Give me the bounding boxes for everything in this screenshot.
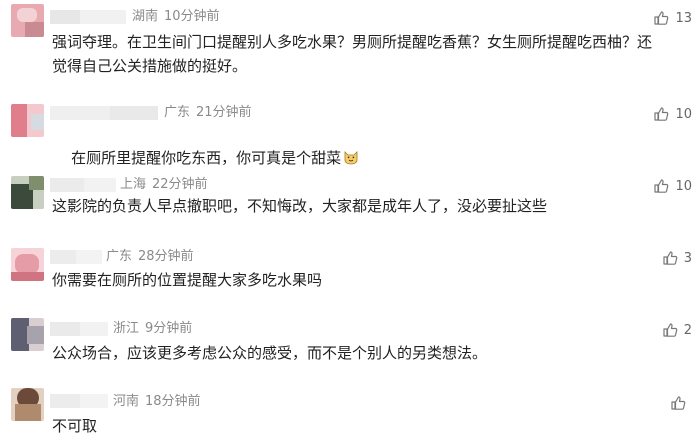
comment-meta: 浙江 9分钟前 [113,321,198,337]
like-count: 2 [683,322,692,338]
like-button[interactable]: 10 [653,105,692,123]
comment-text: 强词夺理。在卫生间门口提醒别人多吃水果？男厕所提醒吃香蕉？女生厕所提醒吃西柚？还… [52,33,653,75]
comment-time: 28分钟前 [138,249,194,264]
comment-time: 18分钟前 [145,394,201,409]
comment-text-content: 在厕所里提醒你吃东西，你可真是个甜菜 [71,149,342,167]
comment-meta: 广东 28分钟前 [106,249,200,265]
thumbs-up-icon [654,11,669,25]
like-button[interactable]: 2 [662,321,692,339]
comment-meta: 湖南 10分钟前 [132,9,226,25]
comment-time: 22分钟前 [152,177,208,192]
avatar[interactable] [11,4,44,37]
avatar[interactable] [11,104,44,137]
thumbs-up-icon [654,107,669,121]
comment-location: 上海 [120,177,147,192]
like-count: 10 [675,106,692,122]
comment-meta: 广东 21分钟前 [164,105,258,121]
like-count: 10 [675,178,692,194]
like-count: 3 [683,250,692,266]
comment-time: 9分钟前 [145,321,193,336]
comment-text: 你需要在厕所的位置提醒大家多吃水果吗 [52,271,323,289]
comment-location: 广东 [106,249,133,264]
like-button[interactable]: 3 [662,249,692,267]
thumbs-up-icon [663,251,678,265]
username-blurred[interactable] [50,250,102,264]
username-blurred[interactable] [50,394,108,408]
comment-location: 河南 [113,394,140,409]
comment-meta: 上海 22分钟前 [120,177,214,193]
thumbs-up-icon [663,323,678,337]
grinning-cat-emoji [344,151,358,165]
comment-time: 10分钟前 [164,9,220,24]
comment-location: 湖南 [132,9,159,24]
like-button[interactable]: 10 [653,177,692,195]
username-blurred[interactable] [50,178,116,192]
username-blurred[interactable] [50,322,108,336]
thumbs-up-icon [671,396,686,410]
comment-text: 不可取 [52,417,98,435]
comment-time: 21分钟前 [196,105,252,120]
thumbs-up-icon [654,179,669,193]
comment-text: 公众场合，应该更多考虑公众的感受，而不是个别人的另类想法。 [52,344,488,362]
like-button[interactable]: 13 [653,9,692,27]
comment-location: 广东 [164,105,191,120]
comment-location: 浙江 [113,321,140,336]
username-blurred[interactable] [50,10,126,24]
like-button[interactable] [670,394,692,412]
avatar[interactable] [11,176,44,209]
avatar[interactable] [11,388,44,421]
avatar[interactable] [11,318,44,351]
username-blurred[interactable] [50,106,158,120]
avatar[interactable] [11,248,44,281]
comment-meta: 河南 18分钟前 [113,394,207,410]
comment-text: 这影院的负责人早点撤职吧，不知悔改，大家都是成年人了，没必要扯这些 [52,197,548,215]
like-count: 13 [675,10,692,26]
